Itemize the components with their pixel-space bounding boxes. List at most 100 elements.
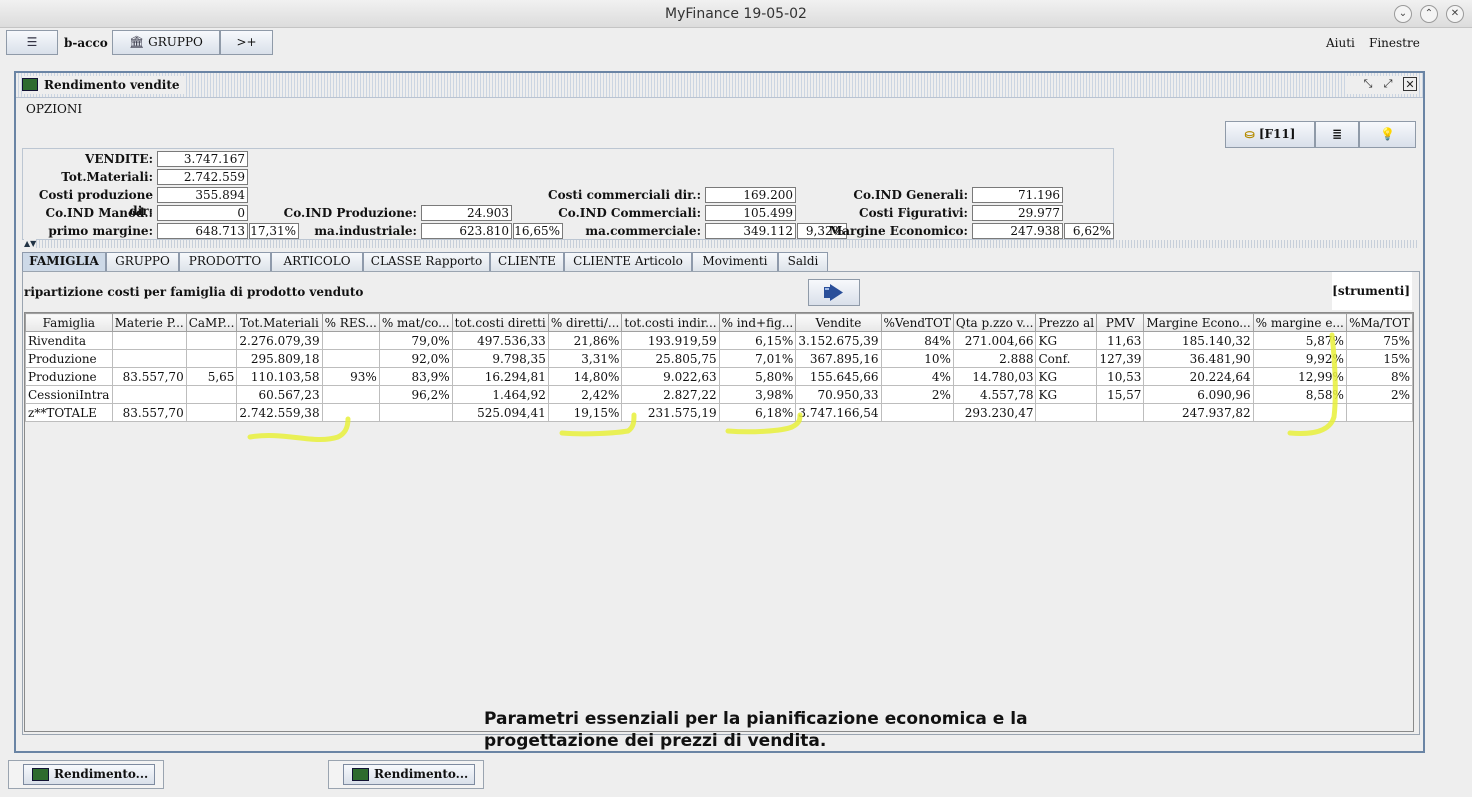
table-cell[interactable]: 12,99% xyxy=(1252,367,1347,386)
tab-classe-rapporto[interactable]: CLASSE Rapporto xyxy=(363,252,490,271)
table-cell[interactable]: 247.937,82 xyxy=(1143,403,1254,422)
tab-cliente-articolo[interactable]: CLIENTE Articolo xyxy=(564,252,692,271)
table-cell[interactable]: 7,01% xyxy=(718,349,797,368)
tab-famiglia[interactable]: FAMIGLIA xyxy=(22,252,106,271)
table-cell[interactable] xyxy=(321,331,380,350)
table-cell[interactable] xyxy=(185,385,238,404)
table-cell[interactable]: 3,98% xyxy=(718,385,797,404)
table-cell[interactable]: 15,57 xyxy=(1096,385,1145,404)
table-cell[interactable] xyxy=(111,331,187,350)
table-cell[interactable]: 155.645,66 xyxy=(795,367,882,386)
table-cell[interactable]: 2.827,22 xyxy=(621,385,720,404)
b-acco-label[interactable]: b-acco xyxy=(64,36,108,50)
table-cell[interactable] xyxy=(1035,403,1098,422)
table-cell[interactable]: 83,9% xyxy=(378,367,453,386)
table-row[interactable]: z**TOTALE 83.557,70 2.742.559,38 525.094,41… xyxy=(25,403,1414,422)
table-cell[interactable]: 9.798,35 xyxy=(451,349,549,368)
table-cell[interactable]: KG xyxy=(1035,385,1098,404)
column-header[interactable]: % diretti/... xyxy=(547,313,623,332)
collapse-arrows-icon[interactable]: ▲▼ xyxy=(24,239,37,248)
maximize-icon[interactable]: ⌃ xyxy=(1420,5,1438,23)
table-cell[interactable] xyxy=(880,403,954,422)
table-cell[interactable]: 15% xyxy=(1345,349,1414,368)
tab-movimenti[interactable]: Movimenti xyxy=(692,252,778,271)
table-cell[interactable]: 2% xyxy=(880,385,954,404)
table-cell[interactable]: 8,58% xyxy=(1252,385,1347,404)
table-cell[interactable]: 75% xyxy=(1345,331,1414,350)
table-cell[interactable]: 9,92% xyxy=(1252,349,1347,368)
table-cell[interactable]: 6,15% xyxy=(718,331,797,350)
table-cell[interactable]: 83.557,70 xyxy=(111,403,187,422)
table-cell[interactable]: CessioniIntra xyxy=(25,385,113,404)
table-cell[interactable]: 3,31% xyxy=(547,349,623,368)
table-cell[interactable]: 11,63 xyxy=(1096,331,1145,350)
f11-button[interactable]: ⛀ [F11] xyxy=(1225,121,1315,148)
hint-button[interactable]: 💡 xyxy=(1359,121,1416,148)
table-cell[interactable]: 79,0% xyxy=(378,331,453,350)
column-header[interactable]: CaMP... xyxy=(185,313,238,332)
column-header[interactable]: Prezzo al xyxy=(1035,313,1098,332)
opzioni-menu[interactable]: OPZIONI xyxy=(26,102,82,116)
table-cell[interactable]: 83.557,70 xyxy=(111,367,187,386)
column-header[interactable]: Famiglia xyxy=(25,313,113,332)
table-cell[interactable]: 6,18% xyxy=(718,403,797,422)
table-cell[interactable]: 6.090,96 xyxy=(1143,385,1254,404)
table-cell[interactable]: 70.950,33 xyxy=(795,385,882,404)
table-cell[interactable]: 193.919,59 xyxy=(621,331,720,350)
tab-cliente[interactable]: CLIENTE xyxy=(490,252,564,271)
table-cell[interactable]: 2.742.559,38 xyxy=(236,403,323,422)
table-cell[interactable]: 4.557,78 xyxy=(952,385,1037,404)
table-cell[interactable]: 4% xyxy=(880,367,954,386)
table-cell[interactable] xyxy=(321,403,380,422)
column-header[interactable]: Tot.Materiali xyxy=(236,313,323,332)
align-button[interactable]: ≣ xyxy=(1315,121,1359,148)
table-cell[interactable] xyxy=(1345,403,1414,422)
table-cell[interactable]: 84% xyxy=(880,331,954,350)
table-cell[interactable]: 3.152.675,39 xyxy=(795,331,882,350)
table-cell[interactable]: 10% xyxy=(880,349,954,368)
table-cell[interactable]: Produzione xyxy=(25,349,113,368)
table-cell[interactable]: 36.481,90 xyxy=(1143,349,1254,368)
table-cell[interactable] xyxy=(321,349,380,368)
table-cell[interactable]: 5,65 xyxy=(185,367,238,386)
table-cell[interactable]: 231.575,19 xyxy=(621,403,720,422)
table-cell[interactable]: 14.780,03 xyxy=(952,367,1037,386)
table-cell[interactable] xyxy=(1252,403,1347,422)
table-row[interactable]: Rivendita 2.276.079,39 79,0% 497.536,33 21,8… xyxy=(25,331,1414,350)
table-cell[interactable]: 14,80% xyxy=(547,367,623,386)
table-row[interactable]: Produzione 83.557,70 5,65 110.103,58 93% 83,9… xyxy=(25,367,1414,386)
table-cell[interactable]: 96,2% xyxy=(378,385,453,404)
table-cell[interactable] xyxy=(185,349,238,368)
table-cell[interactable] xyxy=(321,385,380,404)
table-cell[interactable]: 367.895,16 xyxy=(795,349,882,368)
table-cell[interactable]: 5,87% xyxy=(1252,331,1347,350)
table-cell[interactable]: 60.567,23 xyxy=(236,385,323,404)
menu-finestre[interactable]: Finestre xyxy=(1369,36,1420,50)
table-cell[interactable]: KG xyxy=(1035,367,1098,386)
table-cell[interactable]: 2.276.079,39 xyxy=(236,331,323,350)
table-cell[interactable]: Produzione xyxy=(25,367,113,386)
menu-aiuti[interactable]: Aiuti xyxy=(1326,36,1355,50)
tab-prodotto[interactable]: PRODOTTO xyxy=(179,252,271,271)
column-header[interactable]: %VendTOT xyxy=(880,313,954,332)
table-cell[interactable]: Rivendita xyxy=(25,331,113,350)
frame-maximize-icon[interactable]: ⤢ xyxy=(1381,77,1395,91)
table-cell[interactable]: 92,0% xyxy=(378,349,453,368)
table-cell[interactable]: 110.103,58 xyxy=(236,367,323,386)
table-cell[interactable]: 16.294,81 xyxy=(451,367,549,386)
column-header[interactable]: PMV xyxy=(1096,313,1145,332)
table-cell[interactable] xyxy=(378,403,453,422)
table-cell[interactable]: 293.230,47 xyxy=(952,403,1037,422)
table-cell[interactable] xyxy=(185,331,238,350)
table-cell[interactable]: 127,39 xyxy=(1096,349,1145,368)
table-cell[interactable]: 5,80% xyxy=(718,367,797,386)
table-cell[interactable]: 2% xyxy=(1345,385,1414,404)
close-icon[interactable]: ✕ xyxy=(1446,5,1464,23)
tab-articolo[interactable]: ARTICOLO xyxy=(271,252,363,271)
column-header[interactable]: % mat/co... xyxy=(378,313,453,332)
table-cell[interactable]: 10,53 xyxy=(1096,367,1145,386)
table-cell[interactable]: 20.224,64 xyxy=(1143,367,1254,386)
table-cell[interactable]: 8% xyxy=(1345,367,1414,386)
frame-close-icon[interactable]: ✕ xyxy=(1403,77,1417,91)
table-cell[interactable]: 21,86% xyxy=(547,331,623,350)
